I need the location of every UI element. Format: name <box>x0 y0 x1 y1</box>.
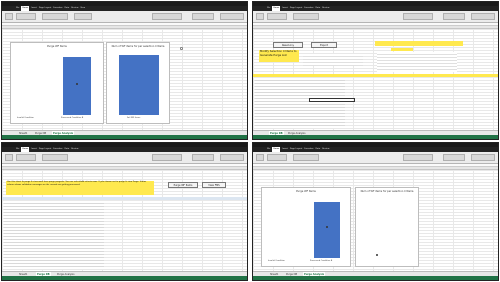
instruction-text: Modify Selection Criteria to Generate Pu… <box>260 49 297 57</box>
chart-title: Purge WF Items <box>47 45 67 48</box>
criteria-chart[interactable]: Num of WF items for per selection Criter… <box>106 42 170 124</box>
chart-title: Num of WF items for per selection Criter… <box>360 190 414 193</box>
criteria-header-highlight <box>375 41 463 46</box>
cells-group[interactable] <box>192 13 214 20</box>
excel-window-charts-1: File Home Insert Page Layout Formulas Da… <box>1 1 248 140</box>
purge-wf-items-button[interactable]: Purge WF Items <box>168 182 198 188</box>
ribbon <box>2 11 247 23</box>
ribbon <box>253 11 498 23</box>
chart-bar <box>119 55 159 115</box>
cells-group[interactable] <box>443 13 465 20</box>
status-bar <box>2 276 247 280</box>
column-header-row <box>253 74 498 77</box>
view-fms-button[interactable]: View FMS <box>202 182 226 188</box>
four-screenshot-grid: File Home Insert Page Layout Formulas Da… <box>0 0 500 282</box>
number-group[interactable] <box>74 13 92 20</box>
status-bar <box>253 276 498 280</box>
alignment-group[interactable] <box>293 154 319 161</box>
x-tick: Processed Condition B <box>310 260 333 262</box>
x-tick: Invalid Condition <box>17 117 34 119</box>
x-tick: Fail WF Items <box>127 117 141 119</box>
selected-range[interactable] <box>309 98 355 102</box>
x-tick: Invalid Condition <box>268 260 285 262</box>
styles-group[interactable] <box>152 154 182 161</box>
export-button[interactable]: Export <box>311 42 337 48</box>
criteria-chart[interactable]: Num of WF items for per selection Criter… <box>355 187 419 267</box>
data-point <box>376 254 378 256</box>
cells-group[interactable] <box>443 154 465 161</box>
paste-button[interactable] <box>256 13 264 20</box>
purge-chart[interactable]: Purge WF Items Invalid Condition Process… <box>261 187 351 267</box>
excel-window-charts-2: File Home Insert Page Layout Formulas Da… <box>252 142 499 281</box>
data-rows <box>4 201 104 269</box>
purge-chart[interactable]: Purge WF Items Invalid Condition Process… <box>10 42 104 124</box>
font-box[interactable] <box>16 154 36 161</box>
paste-button[interactable] <box>5 154 13 161</box>
ribbon <box>253 152 498 164</box>
column-header-row <box>2 197 247 200</box>
paste-button[interactable] <box>5 13 13 20</box>
usage-banner-text: Use this sheet to purge & view work item… <box>7 181 147 187</box>
excel-window-criteria: File Home Insert Page Layout Formulas Da… <box>252 1 499 140</box>
ribbon <box>2 152 247 164</box>
paste-button[interactable] <box>256 154 264 161</box>
styles-group[interactable] <box>403 13 433 20</box>
status-bar <box>253 135 498 139</box>
font-box[interactable] <box>267 13 287 20</box>
chart-bar <box>314 202 340 258</box>
editing-group[interactable] <box>471 154 495 161</box>
chart-title: Purge WF Items <box>296 190 316 193</box>
editing-group[interactable] <box>220 154 244 161</box>
cells-group[interactable] <box>192 154 214 161</box>
reset-any-button[interactable]: Reset Any <box>273 42 303 48</box>
excel-window-purge-list: File Home Insert Page Layout Formulas Da… <box>1 142 248 281</box>
font-box[interactable] <box>267 154 287 161</box>
editing-group[interactable] <box>471 13 495 20</box>
styles-group[interactable] <box>403 154 433 161</box>
font-box[interactable] <box>16 13 36 20</box>
chart-title: Num of WF items for per selection Criter… <box>111 45 165 48</box>
status-bar <box>2 135 247 139</box>
styles-group[interactable] <box>152 13 182 20</box>
criteria-lines <box>303 54 363 66</box>
bar-label <box>76 83 78 85</box>
criteria-cell-highlight <box>391 48 413 51</box>
bar-label <box>326 226 328 228</box>
data-rows <box>255 78 345 128</box>
cursor-icon <box>180 47 183 50</box>
alignment-group[interactable] <box>42 154 68 161</box>
criteria-values <box>377 52 457 72</box>
x-tick: Processed Condition B <box>61 117 84 119</box>
editing-group[interactable] <box>220 13 244 20</box>
alignment-group[interactable] <box>42 13 68 20</box>
alignment-group[interactable] <box>293 13 319 20</box>
chart-bar <box>63 57 91 115</box>
